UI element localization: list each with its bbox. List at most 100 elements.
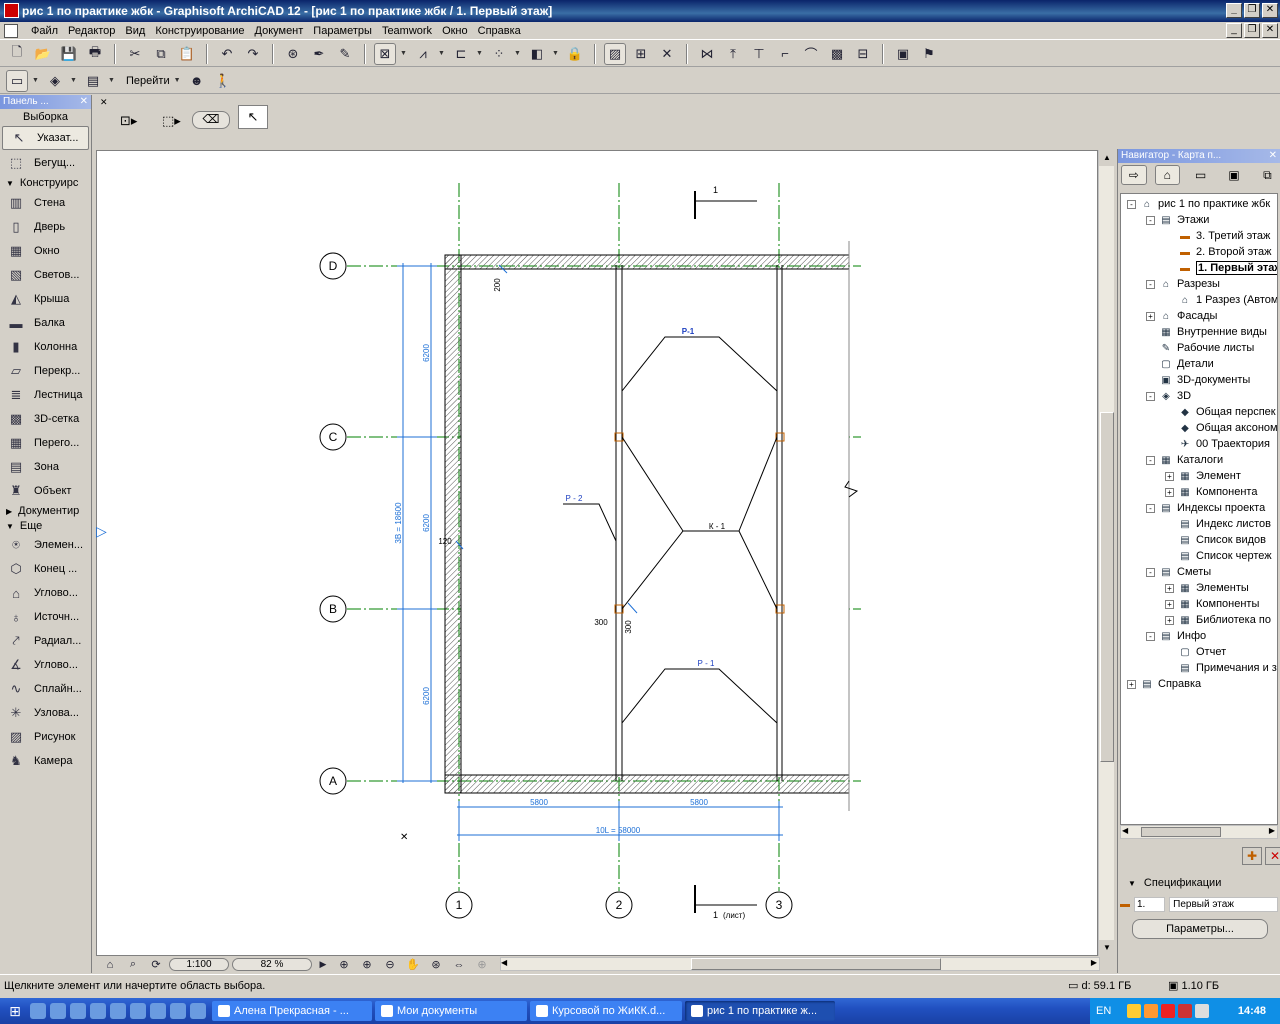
expand-icon[interactable]: + [1165,487,1174,497]
grid-snap-icon[interactable]: ⁘ [488,43,510,65]
tool-hotspot[interactable]: ✳ Узлова... [0,701,91,725]
close-icon[interactable]: ✕ [80,95,88,109]
tool-beam[interactable]: ▬ Балка [0,311,91,335]
split-icon[interactable]: ⋈ [696,43,718,65]
menu-file[interactable]: Файл [26,25,63,37]
close-button[interactable]: ✕ [1262,3,1278,18]
menu-design[interactable]: Конструирование [150,25,249,37]
undo-icon[interactable]: ↶ [216,43,238,65]
marquee-method-icon[interactable]: ⬚▸ [162,113,181,129]
zoom-arrow-icon[interactable]: ▶ [315,958,331,972]
section-marker-top[interactable] [694,191,757,219]
tray-icon[interactable] [1144,1004,1159,1018]
tree-item[interactable]: ▢ Отчет [1165,644,1226,660]
tab-layout-book-icon[interactable]: ▣ [1221,165,1246,185]
eraser-icon[interactable]: ⌫ [192,111,230,129]
collapse-icon[interactable]: - [1146,503,1155,513]
quick-launch-icon[interactable] [130,1003,146,1019]
tree-scroll-thumb[interactable] [1141,827,1221,837]
tool-window[interactable]: ▦ Окно [0,239,91,263]
tree-item[interactable]: - ▤ Индексы проекта [1146,500,1265,516]
tree-item[interactable]: ✎ Рабочие листы [1146,340,1255,356]
scroll-right-icon[interactable]: ▶ [1269,826,1275,835]
new-file-icon[interactable]: 🗋 [6,43,28,65]
doc-minimize-button[interactable]: _ [1226,23,1242,38]
cut-icon[interactable]: ✂ [124,43,146,65]
collapse-icon[interactable]: - [1146,279,1155,289]
scale-field[interactable]: 1:100 [169,958,229,971]
preview-icon[interactable]: ⌕ [123,958,143,972]
quick-launch-icon[interactable] [90,1003,106,1019]
tree-item[interactable]: ▤ Индекс листов [1165,516,1271,532]
tool-door[interactable]: ▯ Дверь [0,215,91,239]
adjust-icon[interactable]: ⤒ [722,43,744,65]
taskbar-item[interactable]: Мои документы [375,1001,527,1021]
expand-icon[interactable]: + [1127,679,1136,689]
head-icon[interactable]: ☻ [186,70,208,92]
publish-icon[interactable]: ⚑ [918,43,940,65]
tool-angle-dim[interactable]: ∡ Углово... [0,653,91,677]
tree-item[interactable]: ▣ 3D-документы [1146,372,1250,388]
collapse-icon[interactable]: - [1146,215,1155,225]
tray-icon[interactable] [1178,1004,1193,1018]
eyedropper-icon[interactable]: ✒ [308,43,330,65]
save-icon[interactable]: 💾 [58,43,80,65]
tool-marquee[interactable]: ⬚ Бегущ... [0,151,91,175]
quick-options-icon[interactable]: ⌂ [100,958,120,972]
curve-icon[interactable]: ⌒ [800,43,822,65]
tree-item[interactable]: + ⌂ Фасады [1146,308,1217,324]
tree-item[interactable]: ⌂ 1 Разрез (Автом [1165,292,1277,308]
tool-mesh[interactable]: ▩ 3D-сетка [0,407,91,431]
snap-guide-icon[interactable]: ⊠ [374,42,396,65]
tree-item[interactable]: - ◈ 3D [1146,388,1191,404]
doc-restore-button[interactable]: ❐ [1244,23,1260,38]
zoom-in-icon[interactable]: ⊕ [357,958,377,972]
tool-curtain-wall[interactable]: ▦ Перего... [0,431,91,455]
tray-icon[interactable] [1161,1004,1176,1018]
quick-launch-icon[interactable] [190,1003,206,1019]
dimension-icon[interactable]: ⊞ [630,43,652,65]
syringe-icon[interactable]: ✎ [334,43,356,65]
next-zoom-icon[interactable]: ⊕ [472,958,492,972]
refresh-icon[interactable]: ⟳ [146,958,166,972]
print-icon[interactable]: 🖶 [84,43,106,65]
quick-launch-icon[interactable] [30,1003,46,1019]
zoom-area-icon[interactable]: ⊕ [334,958,354,972]
tree-item[interactable]: + ▦ Компонента [1165,484,1257,500]
selection-method-icon[interactable]: ⊡▸ [120,113,137,129]
specifications-section[interactable]: ▼ Спецификации [1128,877,1221,889]
taskbar-item-active[interactable]: рис 1 по практике ж... [685,1001,835,1021]
tree-item[interactable]: ▬ 1. Первый этаж [1165,260,1277,276]
tree-item[interactable]: ▢ Детали [1146,356,1214,372]
explode-icon[interactable]: ▩ [826,43,848,65]
intersect-icon[interactable]: ⊤ [748,43,770,65]
close-icon[interactable]: ✕ [100,97,108,108]
minimize-button[interactable]: _ [1226,3,1242,18]
quick-launch-icon[interactable] [170,1003,186,1019]
spec-name-field[interactable]: Первый этаж [1169,896,1278,912]
quick-launch-icon[interactable] [70,1003,86,1019]
redo-icon[interactable]: ↷ [242,43,264,65]
tree-item[interactable]: ◆ Общая перспек [1165,404,1275,420]
tree-item[interactable]: ▤ Список видов [1165,532,1266,548]
tree-item[interactable]: - ▤ Сметы [1146,564,1211,580]
tool-object[interactable]: ♜ Объект [0,479,91,503]
quick-launch-icon[interactable] [150,1003,166,1019]
tab-project-map-icon[interactable]: ⇨ [1121,165,1147,185]
cross-icon[interactable]: ✕ [656,43,678,65]
tree-item[interactable]: + ▦ Элементы [1165,580,1249,596]
open-folder-icon[interactable]: 📂 [32,43,54,65]
walk-icon[interactable]: 🚶 [212,70,234,92]
tree-item[interactable]: - ▦ Каталоги [1146,452,1223,468]
tool-wall[interactable]: ▥ Стена [0,191,91,215]
tree-item[interactable]: - ⌂ рис 1 по практике жбк [1127,196,1270,212]
tool-stair[interactable]: ≣ Лестница [0,383,91,407]
fillet-icon[interactable]: ⌐ [774,43,796,65]
zoom-out-icon[interactable]: ⊖ [380,958,400,972]
new-view-icon[interactable]: ✚ [1242,847,1262,865]
panel-expand-icon[interactable]: ▷ [96,523,107,540]
tool-angle[interactable]: ⌂ Углово... [0,581,91,605]
tool-pointer[interactable]: ↖ Указат... [2,126,89,150]
tree-horizontal-scrollbar[interactable]: ◀ ▶ [1120,825,1278,839]
fit-window-icon[interactable]: ⊛ [426,958,446,972]
